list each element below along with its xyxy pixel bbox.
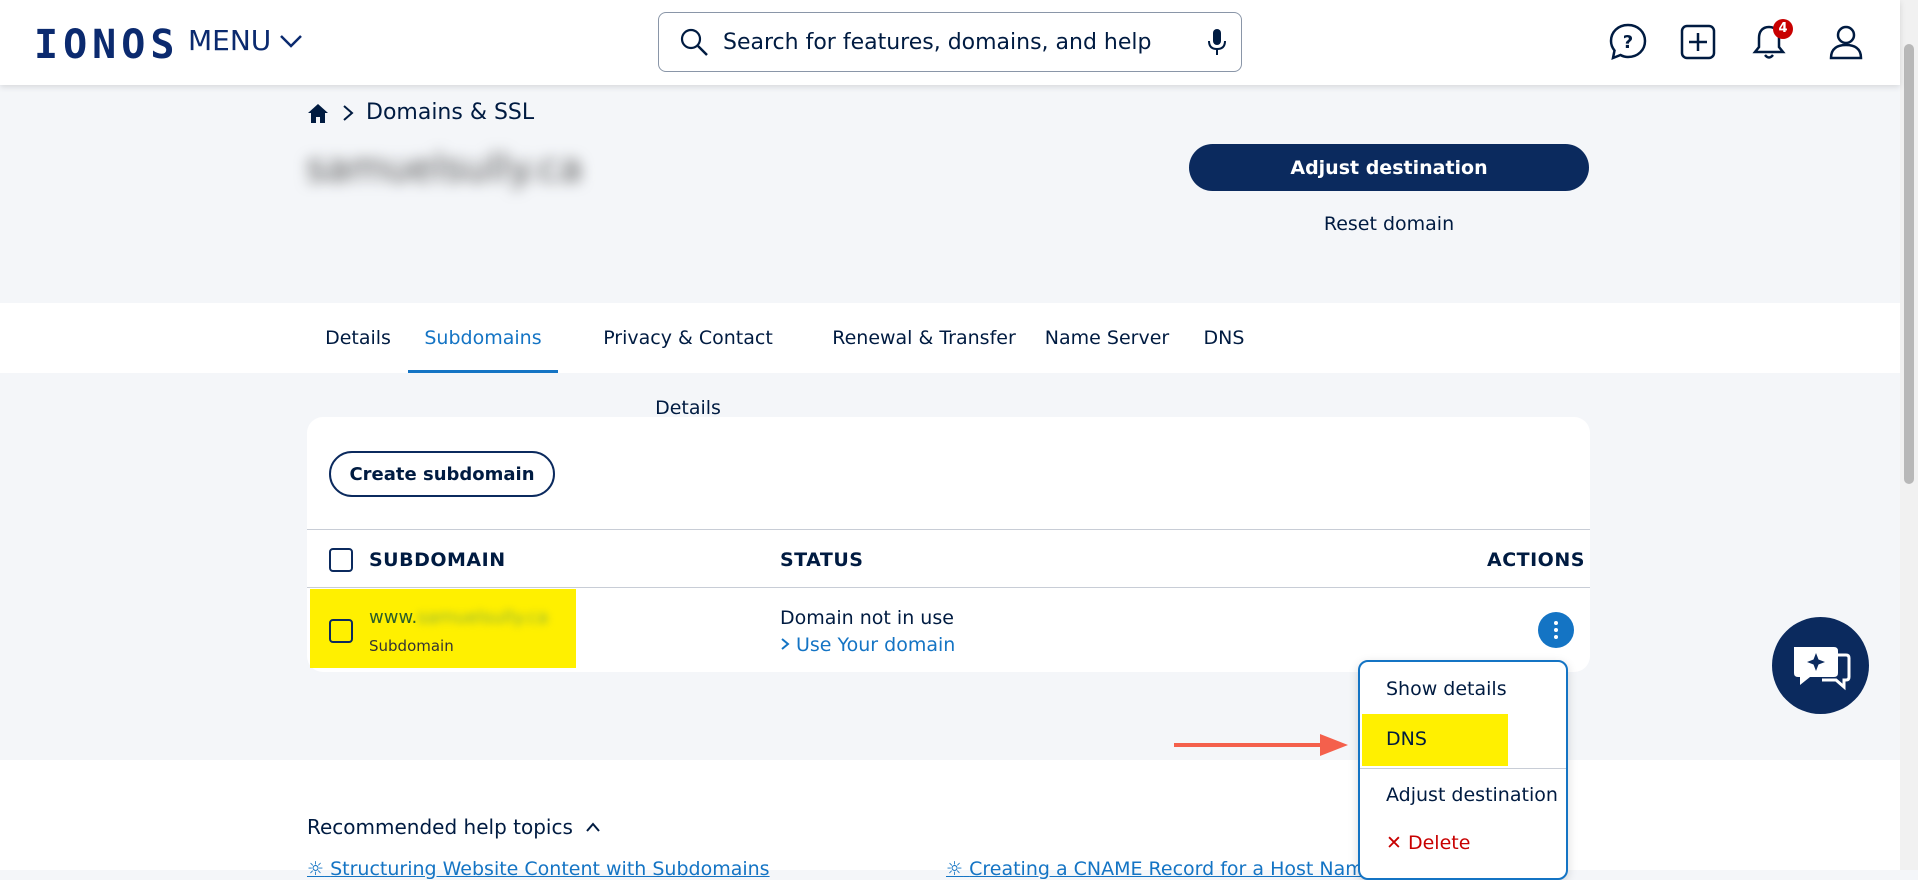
divider: [307, 587, 1590, 588]
help-link-label: Creating a CNAME Record for a Host Name: [969, 858, 1376, 880]
arrow-annotation: [1174, 734, 1348, 756]
chevron-right-icon: [343, 104, 354, 121]
use-your-domain-link[interactable]: Use Your domain: [780, 634, 955, 656]
subdomain-domain: samuelsully.ca: [417, 607, 549, 628]
tab-renewal-transfer[interactable]: Renewal & Transfer: [832, 303, 1016, 373]
chevron-down-icon: [280, 34, 303, 48]
subdomain-type: Subdomain: [369, 637, 454, 655]
row-checkbox[interactable]: [329, 619, 353, 643]
subdomain-name[interactable]: www.samuelsully.ca: [369, 607, 548, 628]
search-icon: [680, 28, 708, 56]
menu-label: MENU: [188, 24, 272, 57]
add-icon[interactable]: [1678, 22, 1718, 62]
help-topics-toggle[interactable]: Recommended help topics: [307, 815, 601, 839]
subdomain-prefix: www.: [369, 607, 418, 628]
actions-dropdown: Show details DNS Adjust destination ✕ De…: [1358, 660, 1568, 880]
breadcrumb: Domains & SSL: [306, 100, 534, 125]
lightbulb-icon: ☼: [946, 858, 964, 880]
search-input[interactable]: [721, 28, 1181, 56]
help-topics-title: Recommended help topics: [307, 815, 573, 839]
top-bar: IONOS MENU ? 4: [0, 0, 1900, 85]
scrollbar-thumb[interactable]: [1904, 44, 1914, 484]
menu-divider: [1360, 768, 1566, 769]
close-icon: ✕: [1386, 832, 1408, 854]
tab-details[interactable]: Details: [308, 303, 408, 373]
divider: [307, 529, 1590, 530]
tab-name-server[interactable]: Name Server: [1044, 303, 1170, 373]
search-bar: [658, 12, 1242, 72]
svg-text:?: ?: [1623, 32, 1633, 53]
select-all-checkbox[interactable]: [329, 548, 353, 572]
chevron-right-icon: [781, 638, 790, 650]
home-icon[interactable]: [306, 102, 330, 124]
menu-button[interactable]: MENU: [188, 24, 303, 57]
tab-privacy-contact[interactable]: Privacy & Contact Details: [572, 303, 804, 419]
menu-item-dns[interactable]: DNS: [1386, 728, 1427, 750]
ionos-logo[interactable]: IONOS: [34, 22, 179, 68]
notification-badge: 4: [1773, 19, 1793, 39]
column-header-status: STATUS: [780, 549, 864, 571]
user-icon[interactable]: [1826, 22, 1866, 62]
help-chat-icon[interactable]: ?: [1608, 22, 1648, 62]
domain-title: samuelsully.ca: [306, 146, 583, 190]
breadcrumb-current[interactable]: Domains & SSL: [366, 100, 534, 125]
reset-domain-link[interactable]: Reset domain: [1189, 213, 1589, 235]
help-section: [0, 760, 1900, 870]
chat-sparkle-icon: [1794, 647, 1851, 691]
row-actions-button[interactable]: [1538, 612, 1574, 648]
column-header-actions: ACTIONS: [1487, 549, 1585, 571]
domain-header: [0, 85, 1900, 303]
tab-subdomains[interactable]: Subdomains: [408, 303, 558, 373]
mic-icon[interactable]: [1207, 27, 1227, 57]
highlight-annotation: [1362, 714, 1508, 766]
help-link[interactable]: ☼ Creating a CNAME Record for a Host Nam…: [946, 858, 1375, 880]
lightbulb-icon: ☼: [307, 858, 325, 880]
use-your-domain-label: Use Your domain: [796, 634, 956, 656]
tab-bar: Details Subdomains Privacy & Contact Det…: [0, 303, 1900, 419]
menu-item-delete[interactable]: ✕ Delete: [1386, 832, 1470, 854]
column-header-subdomain[interactable]: SUBDOMAIN: [369, 549, 506, 571]
help-link-label: Structuring Website Content with Subdoma…: [330, 858, 770, 880]
tab-dns[interactable]: DNS: [1198, 303, 1250, 373]
create-subdomain-button[interactable]: Create subdomain: [329, 451, 555, 497]
adjust-destination-button[interactable]: Adjust destination: [1189, 144, 1589, 191]
help-link[interactable]: ☼ Structuring Website Content with Subdo…: [307, 858, 770, 880]
menu-item-adjust-destination[interactable]: Adjust destination: [1386, 784, 1558, 806]
menu-item-show-details[interactable]: Show details: [1386, 678, 1507, 700]
chat-assistant-button[interactable]: [1772, 617, 1869, 714]
chevron-up-icon: [586, 822, 600, 832]
status-text: Domain not in use: [780, 607, 954, 629]
delete-label: Delete: [1407, 832, 1471, 854]
